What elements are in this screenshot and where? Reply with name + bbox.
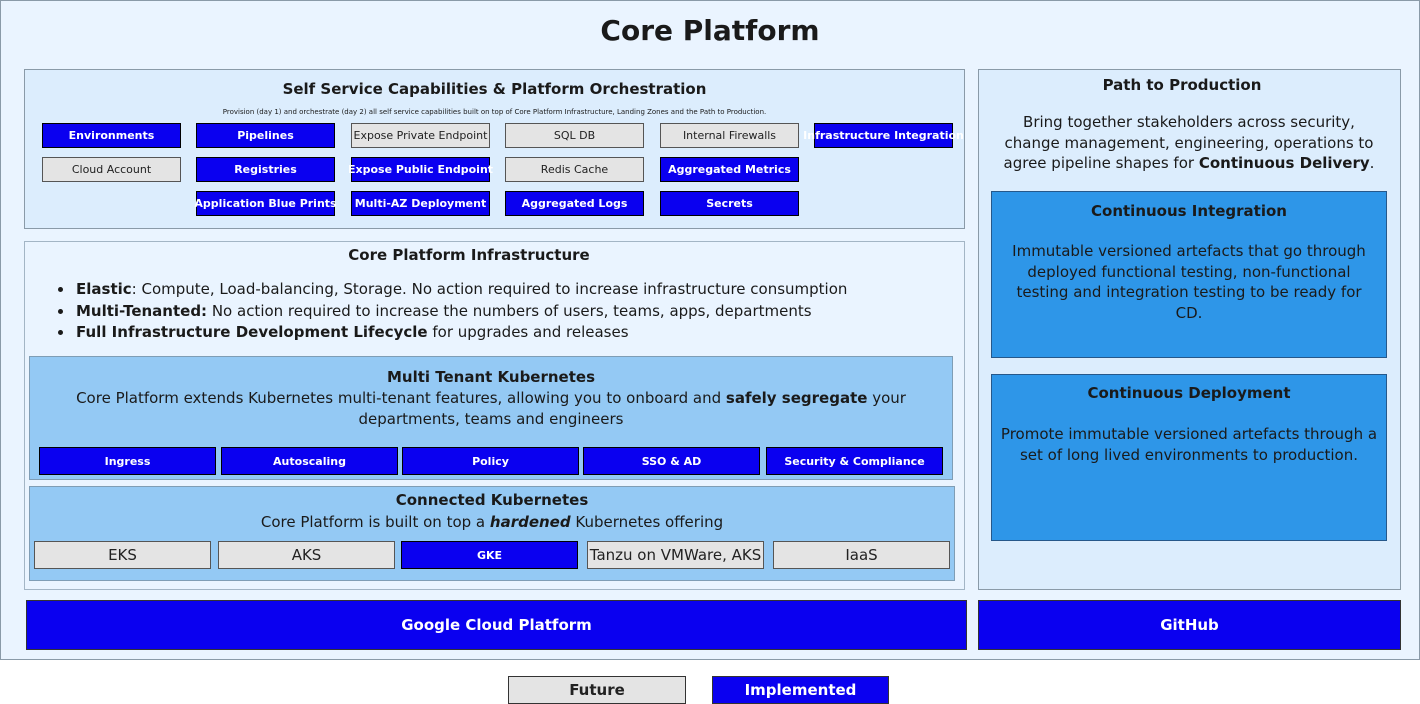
- chip-sso-ad: SSO & AD: [583, 447, 760, 475]
- chip-secrets: Secrets: [660, 191, 799, 216]
- chip-aks: AKS: [218, 541, 395, 569]
- legend-implemented: Implemented: [712, 676, 889, 704]
- chip-registries: Registries: [196, 157, 335, 182]
- bullet-multi-tenanted: Multi-Tenanted: No action required to in…: [74, 301, 936, 323]
- continuous-deployment-text: Promote immutable versioned artefacts th…: [1000, 425, 1378, 464]
- chip-application-blue-prints: Application Blue Prints: [194, 191, 337, 216]
- chip-redis-cache: Redis Cache: [505, 157, 644, 182]
- path-to-production-text: Bring together stakeholders across secur…: [1003, 113, 1375, 172]
- bullet-elastic: Elastic: Compute, Load-balancing, Storag…: [74, 279, 936, 301]
- chip-security-compliance: Security & Compliance: [766, 447, 943, 475]
- github-bar: GitHub: [978, 600, 1401, 650]
- self-service-subtitle: Provision (day 1) and orchestrate (day 2…: [222, 108, 767, 116]
- chip-pipelines: Pipelines: [196, 123, 335, 148]
- chip-policy: Policy: [402, 447, 579, 475]
- chip-environments: Environments: [42, 123, 181, 148]
- chip-iaas: IaaS: [773, 541, 950, 569]
- infrastructure-heading: Core Platform Infrastructure: [348, 246, 590, 264]
- chip-tanzu-on-vmware-aks: Tanzu on VMWare, AKS: [587, 541, 764, 569]
- chip-cloud-account: Cloud Account: [42, 157, 181, 182]
- bullet-lifecycle: Full Infrastructure Development Lifecycl…: [74, 322, 936, 344]
- continuous-deployment-heading: Continuous Deployment: [1087, 384, 1291, 402]
- self-service-heading: Self Service Capabilities & Platform Orc…: [282, 80, 707, 98]
- page-title: Core Platform: [600, 14, 820, 47]
- continuous-integration-heading: Continuous Integration: [1091, 202, 1287, 220]
- chip-sql-db: SQL DB: [505, 123, 644, 148]
- connected-text: Core Platform is built on top a hardened…: [260, 513, 724, 531]
- infrastructure-bullets: Elastic: Compute, Load-balancing, Storag…: [56, 279, 936, 344]
- chip-gke: GKE: [401, 541, 578, 569]
- continuous-integration-text: Immutable versioned artefacts that go th…: [1012, 242, 1366, 322]
- chip-ingress: Ingress: [39, 447, 216, 475]
- chip-expose-private-endpoint: Expose Private Endpoint: [351, 123, 490, 148]
- chip-aggregated-metrics: Aggregated Metrics: [660, 157, 799, 182]
- chip-aggregated-logs: Aggregated Logs: [505, 191, 644, 216]
- chip-eks: EKS: [34, 541, 211, 569]
- chip-internal-firewalls: Internal Firewalls: [660, 123, 799, 148]
- multi-tenant-text: Core Platform extends Kubernetes multi-t…: [76, 389, 906, 428]
- path-to-production-heading: Path to Production: [1102, 76, 1262, 94]
- google-cloud-platform-bar: Google Cloud Platform: [26, 600, 967, 650]
- connected-heading: Connected Kubernetes: [395, 491, 589, 509]
- multi-tenant-heading: Multi Tenant Kubernetes: [386, 368, 596, 386]
- chip-multi-az-deployment: Multi-AZ Deployment: [351, 191, 490, 216]
- legend-future: Future: [508, 676, 686, 704]
- chip-infrastructure-integration: Infrastructure Integration: [803, 123, 964, 148]
- chip-autoscaling: Autoscaling: [221, 447, 398, 475]
- chip-expose-public-endpoint: Expose Public Endpoint: [348, 157, 493, 182]
